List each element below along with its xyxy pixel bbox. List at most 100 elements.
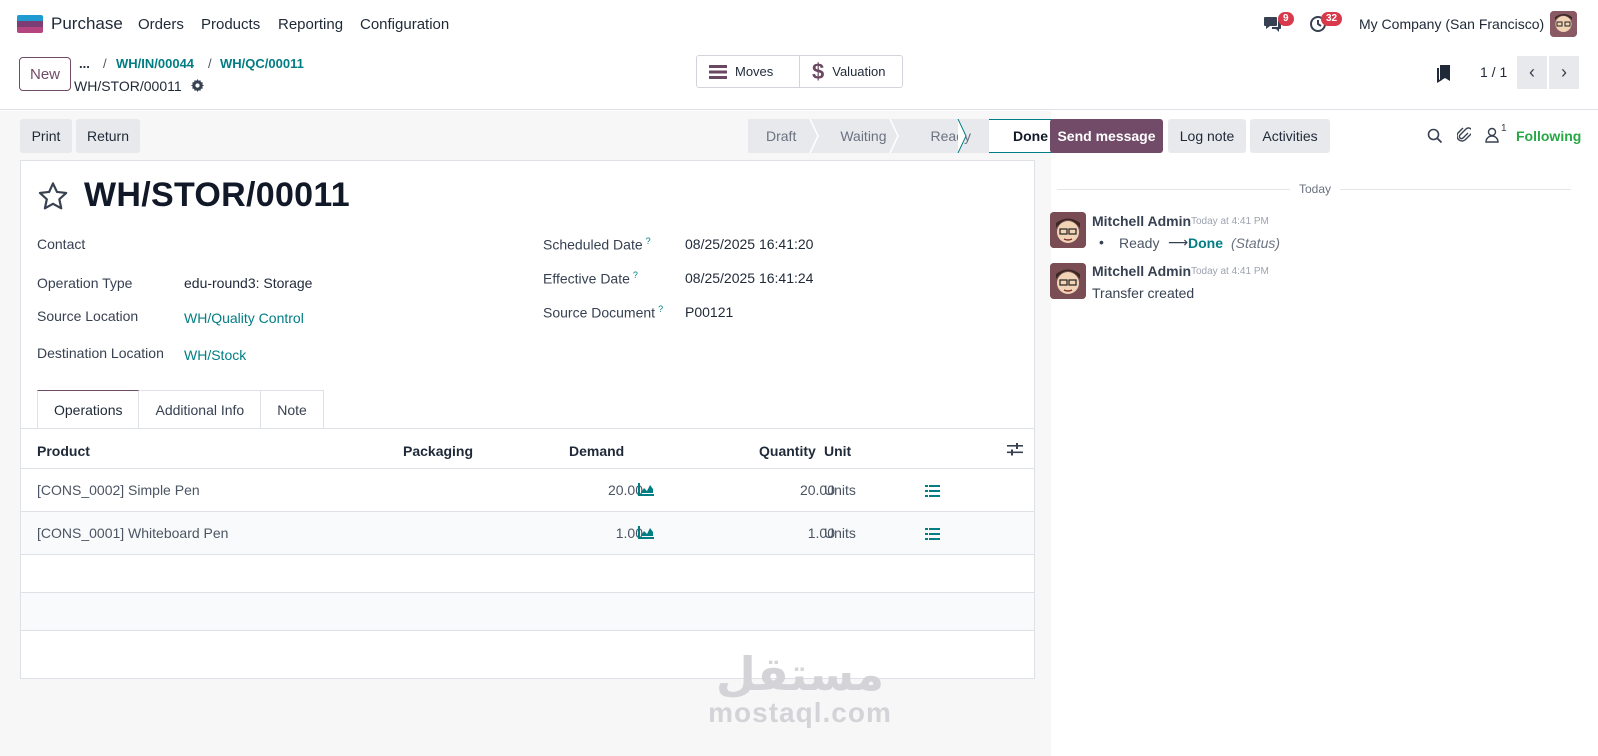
source-document-value[interactable]: P00121 bbox=[685, 304, 733, 320]
gear-icon[interactable] bbox=[190, 79, 204, 92]
operation-type-label: Operation Type bbox=[37, 275, 133, 291]
tab-additional-info[interactable]: Additional Info bbox=[139, 390, 262, 428]
product-cell[interactable]: [CONS_0002] Simple Pen bbox=[37, 482, 200, 498]
followers-count: 1 bbox=[1501, 123, 1507, 134]
empty-row bbox=[21, 554, 1034, 592]
dollar-icon: $ bbox=[812, 58, 825, 84]
contact-label: Contact bbox=[37, 236, 86, 252]
help-tooltip-icon[interactable]: ? bbox=[633, 270, 638, 280]
search-icon[interactable] bbox=[1427, 128, 1443, 147]
pager-next-button[interactable]: › bbox=[1549, 56, 1579, 89]
author-avatar[interactable] bbox=[1050, 263, 1086, 299]
notebook-tabs: Operations Additional Info Note bbox=[37, 390, 324, 428]
table-row[interactable]: [CONS_0001] Whiteboard Pen 1.00 1.00 Uni… bbox=[21, 511, 1034, 554]
menu-products[interactable]: Products bbox=[201, 16, 260, 33]
source-location-label: Source Location bbox=[37, 308, 139, 324]
date-separator: Today bbox=[1299, 182, 1332, 196]
app-logo-icon[interactable] bbox=[17, 15, 43, 33]
tab-operations[interactable]: Operations bbox=[37, 390, 140, 428]
arrow-right-icon: ⟶ bbox=[1168, 234, 1189, 250]
scheduled-date-value[interactable]: 08/25/2025 16:41:20 bbox=[685, 236, 813, 252]
product-cell[interactable]: [CONS_0001] Whiteboard Pen bbox=[37, 525, 228, 541]
help-tooltip-icon[interactable]: ? bbox=[646, 236, 651, 246]
breadcrumb-separator: / bbox=[208, 56, 212, 71]
tracking-old-value: Ready bbox=[1119, 235, 1160, 251]
column-packaging[interactable]: Packaging bbox=[403, 443, 473, 459]
column-demand[interactable]: Demand bbox=[569, 443, 624, 459]
send-message-button[interactable]: Send message bbox=[1050, 119, 1163, 153]
message-author[interactable]: Mitchell Admin bbox=[1092, 263, 1191, 279]
column-settings-icon[interactable] bbox=[1007, 442, 1023, 459]
followers-icon[interactable] bbox=[1485, 127, 1499, 146]
valuation-label: Valuation bbox=[832, 64, 886, 79]
date-separator-line bbox=[1057, 189, 1290, 190]
help-tooltip-icon[interactable]: ? bbox=[658, 304, 663, 314]
return-button[interactable]: Return bbox=[76, 119, 140, 153]
following-button[interactable]: Following bbox=[1516, 128, 1581, 144]
chevron-right-icon: › bbox=[1561, 62, 1567, 82]
statusbar-arrows bbox=[809, 119, 967, 153]
source-location-link[interactable]: WH/Quality Control bbox=[184, 310, 304, 326]
paperclip-icon[interactable] bbox=[1456, 126, 1473, 147]
effective-date-label: Effective Date? bbox=[543, 270, 638, 287]
date-separator-line bbox=[1340, 189, 1571, 190]
operation-type-value[interactable]: edu-round3: Storage bbox=[184, 275, 312, 291]
unit-cell[interactable]: Units bbox=[824, 525, 856, 541]
company-switcher[interactable]: My Company (San Francisco) bbox=[1359, 16, 1544, 32]
activities-button[interactable]: Activities bbox=[1250, 119, 1330, 153]
breadcrumb-current: WH/STOR/00011 bbox=[74, 78, 204, 94]
top-navbar: Purchase Orders Products Reporting Confi… bbox=[0, 0, 1598, 48]
menu-orders[interactable]: Orders bbox=[138, 16, 184, 33]
app-name[interactable]: Purchase bbox=[51, 14, 123, 34]
star-icon[interactable] bbox=[36, 180, 70, 216]
activities-count-badge: 32 bbox=[1321, 12, 1343, 26]
user-avatar[interactable] bbox=[1550, 11, 1577, 37]
column-product[interactable]: Product bbox=[37, 443, 90, 459]
pager-previous-button[interactable]: ‹ bbox=[1517, 56, 1547, 89]
message-time: Today at 4:41 PM bbox=[1191, 266, 1269, 277]
messages-count-badge: 9 bbox=[1278, 12, 1294, 26]
column-unit[interactable]: Unit bbox=[824, 443, 851, 459]
destination-location-link[interactable]: WH/Stock bbox=[184, 347, 246, 363]
forecast-chart-icon[interactable] bbox=[638, 526, 654, 542]
log-note-button[interactable]: Log note bbox=[1168, 119, 1246, 153]
bars-icon bbox=[709, 64, 727, 79]
details-list-icon[interactable] bbox=[925, 484, 940, 500]
column-quantity[interactable]: Quantity bbox=[759, 443, 816, 459]
details-list-icon[interactable] bbox=[925, 527, 940, 543]
tracking-new-value: Done bbox=[1188, 235, 1223, 251]
effective-date-value[interactable]: 08/25/2025 16:41:24 bbox=[685, 270, 813, 286]
bookmark-icon[interactable] bbox=[1437, 65, 1451, 86]
table-row[interactable]: [CONS_0002] Simple Pen 20.00 20.00 Units bbox=[21, 468, 1034, 511]
author-avatar[interactable] bbox=[1050, 212, 1086, 248]
quantity-cell[interactable]: 20.00 bbox=[721, 482, 835, 498]
print-button[interactable]: Print bbox=[20, 119, 72, 153]
tab-divider bbox=[21, 428, 1034, 429]
breadcrumb-more[interactable]: ... bbox=[79, 56, 90, 71]
scheduled-date-label: Scheduled Date? bbox=[543, 236, 651, 253]
moves-button[interactable]: Moves bbox=[697, 56, 799, 87]
menu-configuration[interactable]: Configuration bbox=[360, 16, 449, 33]
breadcrumb-separator: / bbox=[103, 56, 107, 71]
tracking-field-name: (Status) bbox=[1231, 235, 1281, 251]
smart-buttons: Moves $ Valuation bbox=[696, 55, 903, 88]
message-time: Today at 4:41 PM bbox=[1191, 216, 1269, 227]
demand-cell[interactable]: 20.00 bbox=[541, 482, 643, 498]
message-author[interactable]: Mitchell Admin bbox=[1092, 213, 1191, 229]
chevron-left-icon: ‹ bbox=[1529, 62, 1535, 82]
destination-location-label: Destination Location bbox=[37, 345, 164, 361]
quantity-cell[interactable]: 1.00 bbox=[721, 525, 835, 541]
tab-note[interactable]: Note bbox=[261, 390, 324, 428]
new-button[interactable]: New bbox=[19, 57, 71, 91]
moves-label: Moves bbox=[735, 64, 774, 79]
demand-cell[interactable]: 1.00 bbox=[541, 525, 643, 541]
menu-reporting[interactable]: Reporting bbox=[278, 16, 343, 33]
forecast-chart-icon[interactable] bbox=[638, 483, 654, 499]
breadcrumb-quality-control[interactable]: WH/QC/00011 bbox=[220, 56, 304, 71]
current-record-name: WH/STOR/00011 bbox=[74, 78, 182, 94]
empty-row bbox=[21, 592, 1034, 630]
valuation-button[interactable]: $ Valuation bbox=[799, 56, 902, 87]
pager-value[interactable]: 1 / 1 bbox=[1480, 64, 1507, 80]
unit-cell[interactable]: Units bbox=[824, 482, 856, 498]
breadcrumb-receipt[interactable]: WH/IN/00044 bbox=[116, 56, 194, 71]
